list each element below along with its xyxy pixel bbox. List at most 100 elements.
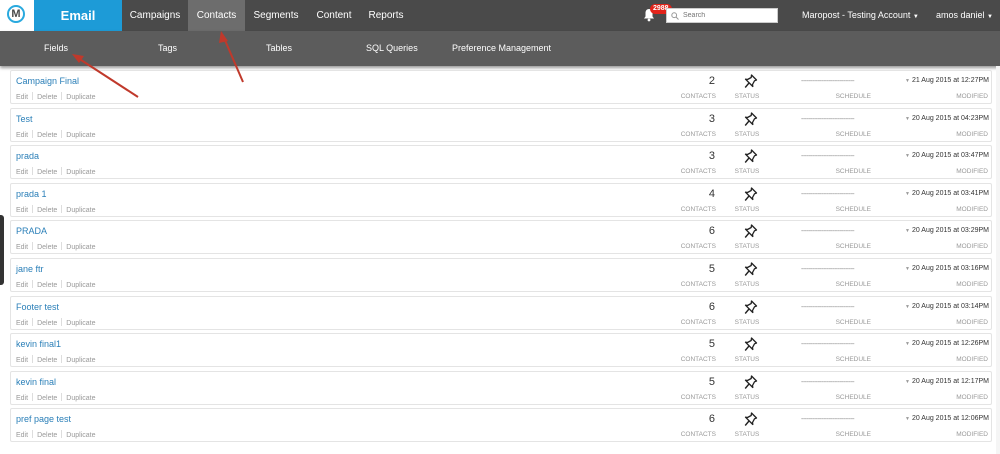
duplicate-link[interactable]: Duplicate bbox=[66, 395, 95, 402]
chevron-down-icon: ▼ bbox=[905, 265, 910, 272]
contacts-count: 6 bbox=[708, 413, 715, 426]
search-input[interactable] bbox=[683, 10, 775, 21]
campaign-row: PRADA Edit Delete Duplicate 6 CONTACTS STA… bbox=[10, 220, 992, 255]
schedule-value: ----------------------------- bbox=[801, 153, 855, 161]
pushpin-status-icon[interactable] bbox=[744, 111, 758, 127]
chevron-down-icon: ▼ bbox=[905, 303, 910, 310]
edit-link[interactable]: Edit bbox=[16, 357, 28, 364]
contacts-label: CONTACTS bbox=[680, 205, 716, 213]
campaign-name-link[interactable]: prada 1 bbox=[16, 189, 47, 199]
modified-label: MODIFIED bbox=[956, 168, 988, 176]
duplicate-link[interactable]: Duplicate bbox=[66, 169, 95, 176]
pushpin-status-icon[interactable] bbox=[744, 262, 758, 277]
schedule-value: ----------------------------- bbox=[801, 190, 855, 198]
modified-date-value: 20 Aug 2015 at 03:16PM bbox=[911, 264, 989, 272]
account-selector[interactable]: Maropost - Testing Account ▼ bbox=[802, 0, 919, 31]
campaign-name-link[interactable]: Footer test bbox=[16, 302, 59, 312]
edit-link[interactable]: Edit bbox=[16, 320, 28, 327]
duplicate-link[interactable]: Duplicate bbox=[66, 132, 95, 139]
user-menu[interactable]: amos daniel ▼ bbox=[936, 0, 993, 31]
delete-link[interactable]: Delete bbox=[37, 320, 57, 327]
campaign-name-link[interactable]: Test bbox=[16, 114, 33, 124]
contacts-label: CONTACTS bbox=[680, 356, 716, 364]
schedule-label: SCHEDULE bbox=[835, 130, 871, 138]
delete-link[interactable]: Delete bbox=[37, 244, 57, 251]
chevron-down-icon: ▼ bbox=[905, 228, 910, 235]
campaign-list: Campaign Final Edit Delete Duplicate 2 CON… bbox=[10, 70, 992, 446]
modified-date-value: 20 Aug 2015 at 12:17PM bbox=[911, 377, 989, 385]
edit-link[interactable]: Edit bbox=[16, 94, 28, 101]
nav-segments[interactable]: Segments bbox=[245, 0, 307, 31]
row-actions: Edit Delete Duplicate bbox=[16, 355, 95, 364]
schedule-label: SCHEDULE bbox=[835, 431, 871, 439]
edit-link[interactable]: Edit bbox=[16, 207, 28, 214]
delete-link[interactable]: Delete bbox=[37, 207, 57, 214]
delete-link[interactable]: Delete bbox=[37, 432, 57, 439]
pushpin-status-icon[interactable] bbox=[744, 375, 758, 390]
edit-link[interactable]: Edit bbox=[16, 432, 28, 439]
duplicate-link[interactable]: Duplicate bbox=[66, 244, 95, 251]
edit-link[interactable]: Edit bbox=[16, 169, 28, 176]
delete-link[interactable]: Delete bbox=[37, 282, 57, 289]
edit-link[interactable]: Edit bbox=[16, 395, 28, 402]
submenu-fields[interactable]: Fields bbox=[44, 31, 68, 66]
campaign-row: pref page test Edit Delete Duplicate 6 CON… bbox=[10, 408, 992, 443]
delete-link[interactable]: Delete bbox=[37, 395, 57, 402]
campaign-name-link[interactable]: jane ftr bbox=[16, 264, 44, 274]
campaign-name-link[interactable]: prada bbox=[16, 151, 39, 161]
modified-date-value: 20 Aug 2015 at 03:29PM bbox=[911, 227, 989, 235]
status-label: STATUS bbox=[734, 168, 760, 176]
pushpin-status-icon[interactable] bbox=[744, 149, 758, 164]
pushpin-status-icon[interactable] bbox=[744, 187, 758, 202]
delete-link[interactable]: Delete bbox=[37, 169, 57, 176]
nav-reports[interactable]: Reports bbox=[361, 0, 411, 31]
duplicate-link[interactable]: Duplicate bbox=[66, 282, 95, 289]
campaign-name-link[interactable]: PRADA bbox=[16, 226, 47, 236]
row-actions: Edit Delete Duplicate bbox=[16, 129, 95, 139]
modified-date: ▼ 20 Aug 2015 at 03:47PM bbox=[905, 152, 989, 159]
nav-content[interactable]: Content bbox=[307, 0, 361, 31]
duplicate-link[interactable]: Duplicate bbox=[66, 94, 95, 101]
delete-link[interactable]: Delete bbox=[37, 94, 57, 101]
nav-campaigns[interactable]: Campaigns bbox=[122, 0, 188, 31]
contacts-label: CONTACTS bbox=[680, 393, 716, 401]
scrollbar[interactable] bbox=[996, 66, 1000, 454]
submenu-sql-queries[interactable]: SQL Queries bbox=[366, 31, 418, 66]
delete-link[interactable]: Delete bbox=[37, 357, 57, 364]
duplicate-link[interactable]: Duplicate bbox=[66, 207, 95, 214]
campaign-name-link[interactable]: kevin final1 bbox=[16, 339, 61, 349]
submenu-tables[interactable]: Tables bbox=[266, 31, 292, 66]
duplicate-link[interactable]: Duplicate bbox=[66, 432, 95, 439]
chevron-down-icon: ▼ bbox=[905, 153, 910, 160]
nav-contacts[interactable]: Contacts bbox=[188, 0, 245, 31]
pushpin-status-icon[interactable] bbox=[744, 74, 758, 89]
app-name[interactable]: Email bbox=[34, 0, 122, 31]
campaign-name-link[interactable]: Campaign Final bbox=[16, 76, 79, 86]
edit-link[interactable]: Edit bbox=[16, 282, 28, 289]
maropost-logo[interactable]: M bbox=[0, 0, 34, 31]
campaign-name-link[interactable]: pref page test bbox=[16, 414, 71, 424]
pushpin-status-icon[interactable] bbox=[744, 299, 758, 315]
user-name: amos daniel bbox=[936, 10, 985, 20]
delete-link[interactable]: Delete bbox=[37, 132, 57, 139]
modified-date-value: 20 Aug 2015 at 12:26PM bbox=[911, 340, 989, 348]
campaign-name-link[interactable]: kevin final bbox=[16, 377, 56, 387]
edit-link[interactable]: Edit bbox=[16, 132, 28, 139]
duplicate-link[interactable]: Duplicate bbox=[66, 357, 95, 364]
schedule-label: SCHEDULE bbox=[835, 280, 871, 288]
pushpin-status-icon[interactable] bbox=[744, 224, 758, 239]
search-box[interactable] bbox=[666, 8, 778, 23]
contacts-label: CONTACTS bbox=[680, 318, 716, 326]
modified-date-value: 20 Aug 2015 at 03:14PM bbox=[911, 302, 989, 310]
chevron-down-icon: ▼ bbox=[912, 14, 919, 20]
modified-date: ▼ 20 Aug 2015 at 12:26PM bbox=[905, 340, 989, 347]
chevron-down-icon: ▼ bbox=[905, 378, 910, 385]
modified-date: ▼ 20 Aug 2015 at 12:06PM bbox=[905, 415, 989, 422]
submenu-tags[interactable]: Tags bbox=[158, 31, 177, 66]
side-panel-toggle[interactable] bbox=[0, 215, 4, 285]
submenu-preference-management[interactable]: Preference Management bbox=[452, 31, 551, 66]
duplicate-link[interactable]: Duplicate bbox=[66, 320, 95, 327]
pushpin-status-icon[interactable] bbox=[744, 337, 758, 352]
edit-link[interactable]: Edit bbox=[16, 244, 28, 251]
pushpin-status-icon[interactable] bbox=[744, 412, 758, 427]
